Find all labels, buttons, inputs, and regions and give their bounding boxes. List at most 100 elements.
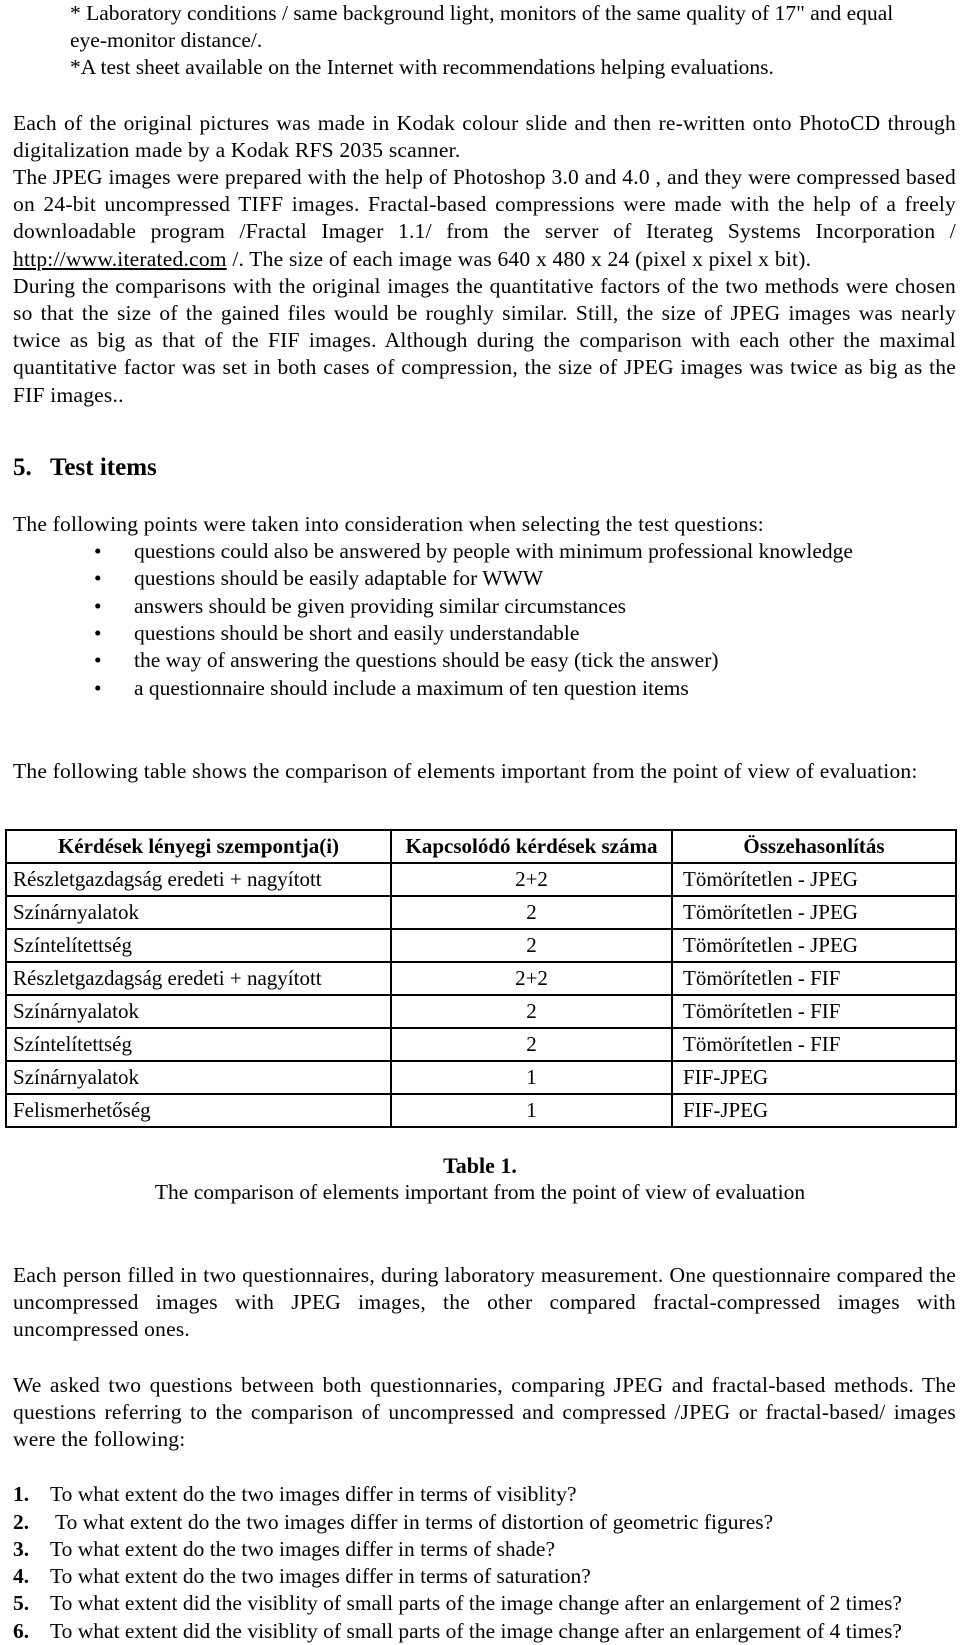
question-number: 3. (13, 1536, 30, 1561)
paragraph-jpeg-preparation: The JPEG images were prepared with the h… (0, 164, 960, 273)
table-row: Részletgazdagság eredeti + nagyított 2+2… (5, 862, 957, 898)
cell-comparison: Tömörítetlen - JPEG (671, 862, 957, 898)
iterated-com-link[interactable]: http://www.iterated.com (13, 247, 227, 271)
table-row: Színárnyalatok 2 Tömörítetlen - JPEG (5, 895, 957, 931)
table-row: Színárnyalatok 2 Tömörítetlen - FIF (5, 994, 957, 1030)
cell-aspect: Színárnyalatok (5, 994, 392, 1030)
bullet-icon: • (94, 620, 102, 645)
question-text: To what extent do the two images differ … (50, 1509, 774, 1534)
cell-count: 2 (390, 895, 673, 931)
cell-count: 2 (390, 1027, 673, 1063)
cell-count: 1 (390, 1093, 673, 1129)
table-row: Felismerhetőség 1 FIF-JPEG (5, 1093, 957, 1129)
table-row: Részletgazdagság eredeti + nagyított 2+2… (5, 961, 957, 997)
paragraph-questionnaires: Each person filled in two questionnaires… (13, 1263, 956, 1342)
list-item: 3. To what extent do the two images diffe… (0, 1536, 960, 1563)
column-header-comparison: Összehasonlítás (671, 829, 957, 865)
table-caption-title: Table 1. (443, 1153, 517, 1179)
cell-aspect: Részletgazdagság eredeti + nagyított (5, 862, 392, 898)
cell-comparison: Tömörítetlen - FIF (671, 994, 957, 1030)
bullet-icon: • (94, 648, 102, 673)
table-caption-subtitle: The comparison of elements important fro… (154, 1180, 806, 1205)
table-caption: Table 1. The comparison of elements impo… (0, 1152, 960, 1206)
list-item-label: a questionnaire should include a maximum… (134, 675, 689, 700)
bullet-icon: • (94, 539, 102, 564)
cell-comparison: Tömörítetlen - FIF (671, 961, 957, 997)
paragraph-table-intro: The following table shows the comparison… (13, 758, 918, 783)
cell-comparison: FIF-JPEG (671, 1060, 957, 1096)
question-text: To what extent do the two images differ … (50, 1536, 555, 1561)
paragraph-test-questions-intro: The following points were taken into con… (13, 511, 764, 536)
list-item-label: the way of answering the questions shoul… (134, 648, 719, 673)
paragraph-comparison-factors: During the comparisons with the original… (13, 273, 956, 407)
table-row: Színtelítettség 2 Tömörítetlen - FIF (5, 1027, 957, 1063)
survey-questions-list: 1. To what extent do the two images diffe… (0, 1481, 960, 1645)
list-item: 6. To what extent did the visiblity of sm… (0, 1618, 960, 1645)
list-item: • questions should be easily adaptable fo… (0, 565, 960, 592)
list-item: 2. To what extent do the two images diff… (0, 1509, 960, 1536)
bullet-icon: • (94, 675, 102, 700)
bullet-icon: • (94, 593, 102, 618)
list-item: • a questionnaire should include a maximu… (0, 675, 960, 702)
document-page: * Laboratory conditions / same backgroun… (0, 0, 960, 1643)
list-item-label: questions should be short and easily und… (134, 620, 580, 645)
cell-aspect: Színtelítettség (5, 1027, 392, 1063)
question-number: 1. (13, 1482, 30, 1507)
paragraph-original-pictures: Each of the original pictures was made i… (13, 110, 956, 162)
table-row: Színtelítettség 2 Tömörítetlen - JPEG (5, 928, 957, 964)
note-line-2: eye-monitor distance/. (70, 28, 263, 53)
cell-count: 2 (390, 994, 673, 1030)
cell-count: 2+2 (390, 961, 673, 997)
question-text: To what extent did the visiblity of smal… (50, 1591, 902, 1616)
bullet-icon: • (94, 566, 102, 591)
list-item: • questions should be short and easily un… (0, 620, 960, 647)
list-item: 5. To what extent did the visiblity of sm… (0, 1590, 960, 1617)
note-line-3: *A test sheet available on the Internet … (70, 55, 774, 80)
cell-aspect: Színárnyalatok (5, 1060, 392, 1096)
cell-comparison: Tömörítetlen - JPEG (671, 895, 957, 931)
list-item: • questions could also be answered by peo… (0, 538, 960, 565)
question-text: To what extent do the two images differ … (50, 1482, 577, 1507)
test-question-criteria-list: • questions could also be answered by peo… (0, 538, 960, 702)
list-item: 4. To what extent do the two images diffe… (0, 1563, 960, 1590)
cell-comparison: Tömörítetlen - FIF (671, 1027, 957, 1063)
cell-aspect: Részletgazdagság eredeti + nagyított (5, 961, 392, 997)
cell-comparison: FIF-JPEG (671, 1093, 957, 1129)
comparison-table-container: Kérdések lényegi szempontja(i) Kapcsolód… (0, 829, 960, 1129)
paragraph-jpeg-text-after: /. The size of each image was 640 x 480 … (226, 246, 812, 271)
note-line-1: * Laboratory conditions / same backgroun… (70, 1, 894, 25)
question-text: To what extent did the visiblity of smal… (50, 1618, 902, 1643)
cell-comparison: Tömörítetlen - JPEG (671, 928, 957, 964)
question-number: 5. (13, 1591, 30, 1616)
laboratory-conditions-note: * Laboratory conditions / same backgroun… (0, 0, 960, 82)
question-number: 6. (13, 1618, 30, 1643)
table-row: Színárnyalatok 1 FIF-JPEG (5, 1060, 957, 1096)
question-text: To what extent do the two images differ … (50, 1564, 591, 1589)
list-item: 1. To what extent do the two images diffe… (0, 1481, 960, 1508)
cell-aspect: Színtelítettség (5, 928, 392, 964)
question-number: 2. (13, 1509, 30, 1534)
list-item: • answers should be given providing simil… (0, 593, 960, 620)
column-header-aspect: Kérdések lényegi szempontja(i) (5, 829, 392, 865)
cell-aspect: Felismerhetőség (5, 1093, 392, 1129)
list-item: • the way of answering the questions shou… (0, 647, 960, 674)
comparison-table: Kérdések lényegi szempontja(i) Kapcsolód… (5, 829, 957, 1129)
cell-count: 2 (390, 928, 673, 964)
question-number: 4. (13, 1564, 30, 1589)
cell-aspect: Színárnyalatok (5, 895, 392, 931)
column-header-count: Kapcsolódó kérdések száma (390, 829, 673, 865)
cell-count: 1 (390, 1060, 673, 1096)
